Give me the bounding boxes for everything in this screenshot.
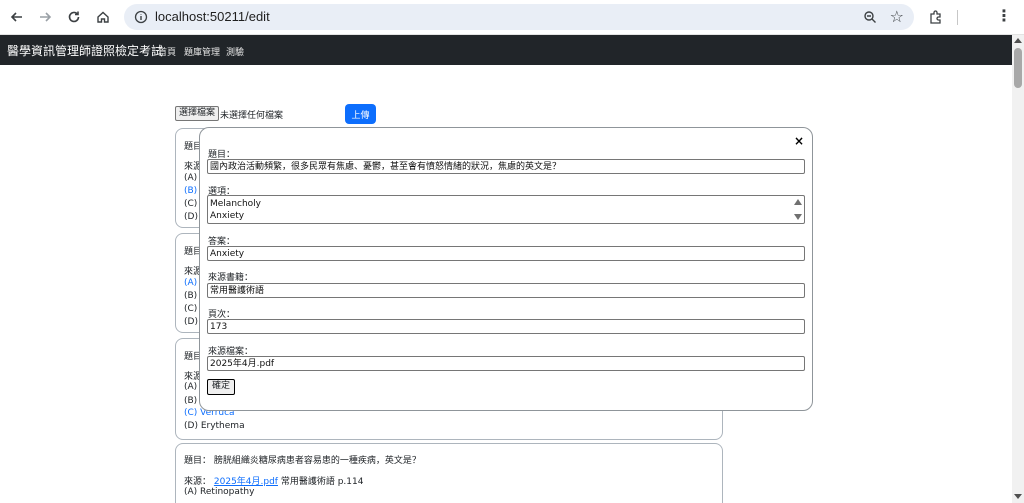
address-bar[interactable]: localhost:50211/edit ☆ xyxy=(124,4,914,30)
source-file-link[interactable]: 2025年4月.pdf xyxy=(214,477,278,487)
textarea-scroll-up-icon[interactable] xyxy=(794,199,802,205)
home-icon[interactable] xyxy=(93,7,113,27)
question-card: 題目： 膀胱組織炎糖尿病患者容易患的一種疾病，英文是？ 來源： 2025年4月.… xyxy=(175,443,723,503)
option-line: Melancholy xyxy=(210,199,262,209)
answer-input[interactable]: Anxiety xyxy=(207,246,805,261)
extensions-icon[interactable] xyxy=(927,7,945,27)
source-line: 來源： 2025年4月.pdf 常用醫護術語 p.114 xyxy=(184,474,363,487)
file-status-text: 未選擇任何檔案 xyxy=(220,111,284,121)
source-file-input[interactable]: 2025年4月.pdf xyxy=(207,356,805,371)
bookmark-star-icon[interactable]: ☆ xyxy=(890,7,904,26)
source-label: 來源： xyxy=(184,477,212,487)
toolbar-divider xyxy=(957,10,958,25)
reload-icon[interactable] xyxy=(64,7,84,27)
site-info-icon[interactable] xyxy=(133,9,149,25)
browser-menu-icon[interactable]: ⋮ xyxy=(996,6,1012,25)
textarea-scroll-down-icon[interactable] xyxy=(794,214,802,220)
option-a: (A) Retinopathy xyxy=(184,487,255,497)
browser-toolbar: localhost:50211/edit ☆ ⋮ xyxy=(0,0,1024,35)
scroll-down-arrow-icon[interactable] xyxy=(1014,494,1022,499)
page-input[interactable]: 173 xyxy=(207,319,805,334)
scroll-up-arrow-icon[interactable] xyxy=(1014,38,1022,43)
scrollbar-thumb[interactable] xyxy=(1014,48,1022,88)
forward-icon[interactable] xyxy=(35,7,55,27)
source-book-input[interactable]: 常用醫護術語 xyxy=(207,283,805,298)
zoom-icon[interactable] xyxy=(862,9,878,25)
source-book-label: 來源書籍： xyxy=(208,273,254,283)
choose-file-button[interactable]: 選擇檔案 xyxy=(175,106,220,121)
url-text: localhost:50211/edit xyxy=(155,9,270,24)
options-textarea[interactable]: Melancholy Anxiety xyxy=(207,195,805,224)
app-navbar: 醫學資訊管理師證照檢定考試 首頁 題庫管理 測驗 xyxy=(0,35,1012,65)
back-icon[interactable] xyxy=(7,7,27,27)
navbar-brand[interactable]: 醫學資訊管理師證照檢定考試 xyxy=(7,42,163,59)
question-title: 題目： 膀胱組織炎糖尿病患者容易患的一種疾病，英文是？ xyxy=(184,456,421,466)
option-d: (D) Erythema xyxy=(184,421,245,431)
source-detail: 常用醫護術語 p.114 xyxy=(280,477,364,487)
question-input[interactable]: 國內政治活動頻繁，很多民眾有焦慮、憂鬱，甚至會有憤怒情緒的狀況，焦慮的英文是？ xyxy=(207,159,805,174)
page-scrollbar[interactable] xyxy=(1012,35,1024,503)
nav-link-home[interactable]: 首頁 xyxy=(158,45,176,58)
option-line: Anxiety xyxy=(210,211,245,221)
confirm-button[interactable]: 確定 xyxy=(207,379,236,395)
upload-button[interactable]: 上傳 xyxy=(345,104,376,124)
nav-link-quiz[interactable]: 測驗 xyxy=(226,45,244,58)
nav-link-question-bank[interactable]: 題庫管理 xyxy=(184,45,220,58)
edit-question-modal: × 題目： 國內政治活動頻繁，很多民眾有焦慮、憂鬱，甚至會有憤怒情緒的狀況，焦慮… xyxy=(199,127,813,411)
close-icon[interactable]: × xyxy=(794,134,804,148)
